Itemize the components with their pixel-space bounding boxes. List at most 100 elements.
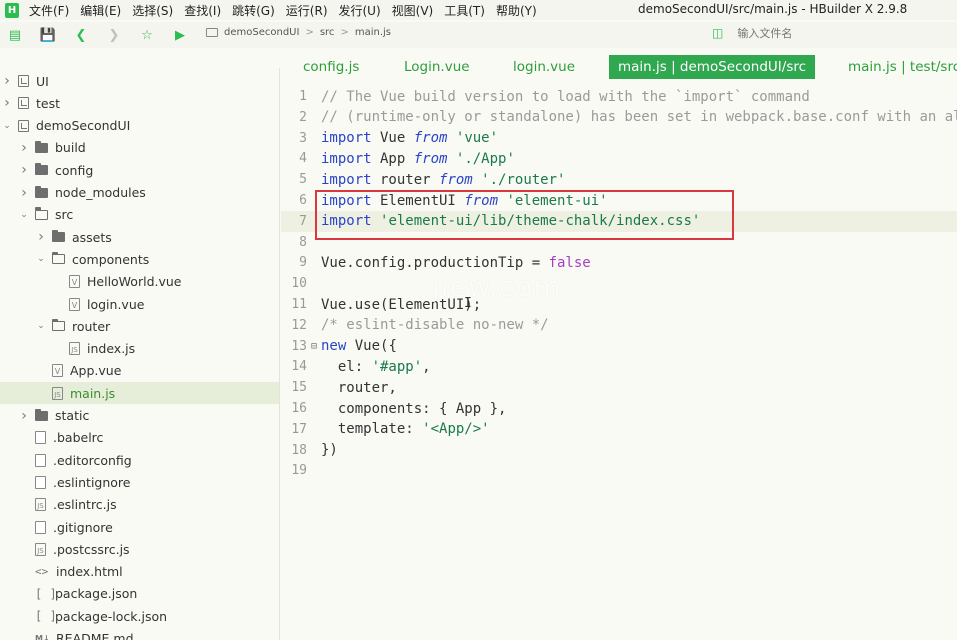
tree-item[interactable]: .eslintignore [0, 471, 279, 493]
file-search-input[interactable] [737, 26, 888, 40]
tree-item[interactable]: .editorconfig [0, 449, 279, 471]
forward-arrow-icon[interactable]: ❯ [102, 23, 126, 47]
chevron-right-icon[interactable]: › [19, 140, 29, 156]
code-line[interactable]: 18}) [281, 440, 957, 461]
tree-item[interactable]: ⌄ demoSecondUI [0, 115, 279, 137]
code-line[interactable]: 6 import ElementUI from 'element-ui' [281, 190, 957, 211]
tab-main-js-demosecondui[interactable]: main.js | demoSecondUI/src [609, 55, 816, 79]
chevron-right-icon[interactable]: › [2, 73, 12, 89]
menu-publish[interactable]: 发行(U) [339, 2, 381, 19]
tree-item[interactable]: › UI [0, 70, 279, 92]
new-file-icon[interactable]: ▤ [3, 23, 27, 47]
breadcrumb-project[interactable]: demoSecondUI [224, 27, 299, 38]
menu-help[interactable]: 帮助(Y) [496, 2, 537, 19]
code-line[interactable]: 2 // (runtime-only or standalone) has bee… [281, 107, 957, 128]
tree-item-label: index.html [56, 564, 123, 580]
menu-file[interactable]: 文件(F) [29, 2, 69, 19]
breadcrumb-folder[interactable]: src [320, 27, 335, 38]
toolbar: ▤ 💾 ❮ ❯ ☆ ▶ demoSecondUI > src > main.js… [0, 22, 957, 48]
menu-tools[interactable]: 工具(T) [444, 2, 485, 19]
tree-item-label: test [36, 95, 61, 111]
chevron-right-icon[interactable]: › [36, 229, 46, 245]
tree-item[interactable]: › node_modules [0, 182, 279, 204]
chevron-down-icon[interactable]: ⌄ [36, 254, 46, 264]
tab-config-js[interactable]: config.js [294, 55, 368, 79]
code-line[interactable]: 8 [281, 232, 957, 253]
code-line[interactable]: 12 /* eslint-disable no-new */ [281, 315, 957, 336]
code-line[interactable]: 7 import 'element-ui/lib/theme-chalk/inde… [281, 210, 957, 232]
chevron-right-icon[interactable]: › [19, 185, 29, 201]
code-line[interactable]: 14 el: '#app', [281, 356, 957, 377]
code-line[interactable]: 17 template: '<App/>' [281, 419, 957, 440]
tree-item[interactable]: › assets [0, 226, 279, 248]
tree-item[interactable]: JS main.js [0, 382, 279, 405]
tab-main-js-test[interactable]: main.js | test/src [839, 55, 957, 79]
code-text: import App from './App' [321, 151, 515, 167]
chevron-right-icon[interactable]: › [2, 95, 12, 111]
back-arrow-icon[interactable]: ❮ [69, 23, 93, 47]
code-line[interactable]: 1 // The Vue build version to load with t… [281, 86, 957, 107]
tree-item[interactable]: .babelrc [0, 427, 279, 449]
menu-view[interactable]: 视图(V) [392, 2, 434, 19]
tree-item[interactable]: <> index.html [0, 561, 279, 583]
code-line[interactable]: 19 [281, 460, 957, 481]
tree-item[interactable]: [ ] package.json [0, 583, 279, 605]
tree-item[interactable]: JS .postcssrc.js [0, 538, 279, 560]
tab-login-vue[interactable]: login.vue [504, 55, 584, 79]
tree-item[interactable]: ⌄ src [0, 204, 279, 226]
code-text: router, [321, 380, 397, 396]
tree-item[interactable]: › test [0, 92, 279, 114]
menu-find[interactable]: 查找(I) [184, 2, 221, 19]
chevron-right-icon[interactable]: › [19, 162, 29, 178]
code-token-plain: Vue({ [346, 338, 397, 355]
chevron-down-icon[interactable]: ⌄ [36, 321, 46, 331]
tree-item[interactable]: › static [0, 405, 279, 427]
tree-item[interactable]: JS index.js [0, 338, 279, 360]
tab-login-vue-upper[interactable]: Login.vue [395, 55, 479, 79]
folder-icon [35, 140, 48, 153]
tree-item[interactable]: M↓ README.md [0, 628, 279, 640]
code-line[interactable]: 10 [281, 273, 957, 294]
tree-item-label: .babelrc [53, 430, 104, 446]
code-text: import Vue from 'vue' [321, 130, 498, 146]
breadcrumb-file[interactable]: main.js [355, 27, 391, 38]
chevron-down-icon[interactable]: ⌄ [19, 210, 29, 220]
code-line[interactable]: 13 ⊟ new Vue({ [281, 336, 957, 357]
tree-item[interactable]: ⌄ router [0, 315, 279, 337]
window-title: demoSecondUI/src/main.js - HBuilder X 2.… [638, 2, 908, 16]
code-token-kw: import [321, 150, 372, 167]
tree-item[interactable]: Vlogin.vue [0, 293, 279, 315]
menu-goto[interactable]: 跳转(G) [232, 2, 275, 19]
code-line[interactable]: 11 Vue.use(ElementUI); [281, 294, 957, 315]
code-token-kwi: from [413, 130, 448, 147]
tree-item[interactable]: [ ] package-lock.json [0, 605, 279, 627]
chevron-down-icon[interactable]: ⌄ [2, 121, 12, 131]
code-line[interactable]: 15 router, [281, 377, 957, 398]
code-text: // The Vue build version to load with th… [321, 89, 810, 105]
tree-item[interactable]: .gitignore [0, 516, 279, 538]
line-number: 19 [291, 463, 307, 479]
code-text: // (runtime-only or standalone) has been… [321, 109, 957, 125]
tree-item[interactable]: ⌄ components [0, 248, 279, 270]
menu-run[interactable]: 运行(R) [286, 2, 328, 19]
menu-edit[interactable]: 编辑(E) [80, 2, 121, 19]
save-icon[interactable]: 💾 [36, 23, 60, 47]
favorite-star-icon[interactable]: ☆ [135, 23, 159, 47]
code-line[interactable]: 4 import App from './App' [281, 148, 957, 169]
chevron-right-icon[interactable]: › [19, 408, 29, 424]
tree-item[interactable]: V App.vue [0, 360, 279, 382]
tree-item[interactable]: › build [0, 137, 279, 159]
file-icon [35, 475, 46, 489]
code-token-plain: }) [321, 442, 338, 459]
menu-select[interactable]: 选择(S) [132, 2, 173, 19]
tree-item[interactable]: › config [0, 159, 279, 181]
fold-toggle-icon[interactable]: ⊟ [307, 341, 321, 352]
run-icon[interactable]: ▶ [168, 23, 192, 47]
tree-item[interactable]: JS .eslintrc.js [0, 494, 279, 516]
code-line[interactable]: 5 import router from './router' [281, 169, 957, 190]
tree-item[interactable]: V HelloWorld.vue [0, 271, 279, 293]
code-line[interactable]: 9 Vue.config.productionTip = false [281, 252, 957, 273]
code-editor[interactable]: 1 // The Vue build version to load with t… [281, 86, 957, 640]
code-line[interactable]: 3 import Vue from 'vue' [281, 128, 957, 149]
code-line[interactable]: 16 components: { App }, [281, 398, 957, 419]
